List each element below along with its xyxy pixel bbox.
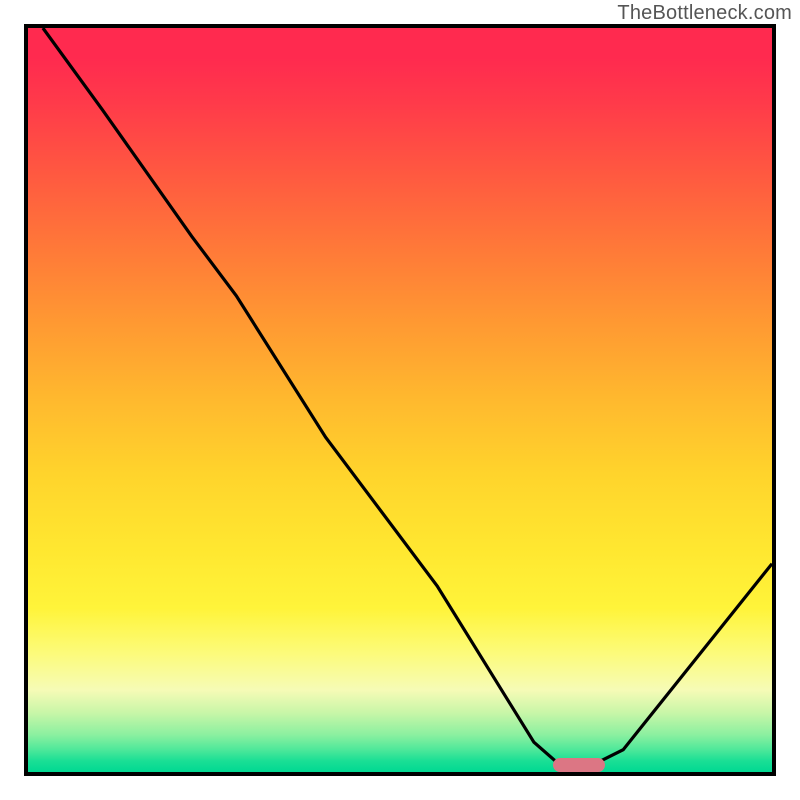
chart-container: TheBottleneck.com	[0, 0, 800, 800]
watermark-text: TheBottleneck.com	[617, 2, 792, 25]
background-gradient	[28, 28, 772, 772]
optimal-marker	[553, 758, 605, 772]
plot-frame	[24, 24, 776, 776]
